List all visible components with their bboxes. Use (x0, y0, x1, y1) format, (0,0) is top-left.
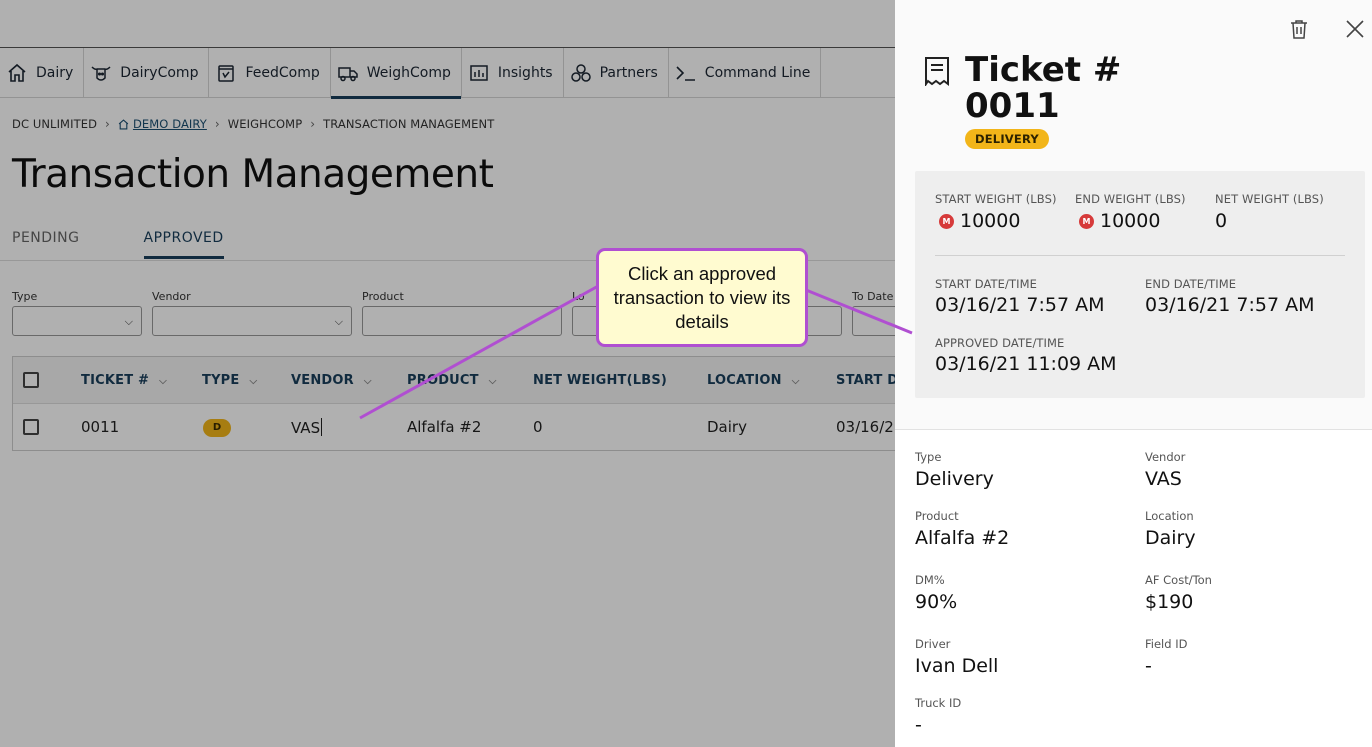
driver-value: Ivan Dell (915, 655, 999, 677)
type-value: Delivery (915, 468, 994, 490)
start-weight-value: M 10000 (939, 210, 1020, 232)
dm-label: DM% (915, 573, 945, 587)
close-icon[interactable] (1344, 18, 1366, 40)
ticket-title: Ticket # 0011 (965, 50, 1122, 126)
af-cost-label: AF Cost/Ton (1145, 573, 1212, 587)
truck-id-label: Truck ID (915, 696, 962, 710)
approved-date-label: APPROVED DATE/TIME (935, 336, 1065, 350)
scale-marker-icon: M (939, 213, 954, 229)
end-date-value: 03/16/21 7:57 AM (1145, 294, 1315, 316)
type-badge: DELIVERY (965, 129, 1049, 149)
approved-date-value: 03/16/21 11:09 AM (935, 353, 1117, 375)
field-id-label: Field ID (1145, 637, 1188, 651)
trash-icon[interactable] (1288, 18, 1310, 40)
receipt-icon (925, 57, 949, 86)
tutorial-callout: Click an approved transaction to view it… (596, 248, 808, 347)
end-date-label: END DATE/TIME (1145, 277, 1237, 291)
net-weight-value: 0 (1215, 210, 1228, 232)
weights-card: START WEIGHT (LBS) M 10000 END WEIGHT (L… (915, 171, 1365, 398)
product-value: Alfalfa #2 (915, 527, 1010, 549)
card-divider (935, 255, 1345, 256)
product-label: Product (915, 509, 959, 523)
location-value: Dairy (1145, 527, 1196, 549)
end-weight-value: M 10000 (1079, 210, 1160, 232)
dm-value: 90% (915, 591, 958, 613)
truck-id-value: - (915, 714, 922, 736)
modal-backdrop[interactable] (0, 0, 895, 747)
end-weight-text: 10000 (1100, 210, 1161, 232)
driver-label: Driver (915, 637, 951, 651)
start-weight-label: START WEIGHT (LBS) (935, 192, 1057, 206)
type-label: Type (915, 450, 942, 464)
net-weight-label: NET WEIGHT (LBS) (1215, 192, 1324, 206)
location-label: Location (1145, 509, 1194, 523)
start-weight-text: 10000 (960, 210, 1021, 232)
ticket-detail-panel: Ticket # 0011 DELIVERY START WEIGHT (LBS… (895, 0, 1372, 747)
field-id-value: - (1145, 655, 1152, 677)
end-weight-label: END WEIGHT (LBS) (1075, 192, 1186, 206)
panel-header-section: Ticket # 0011 DELIVERY START WEIGHT (LBS… (895, 0, 1372, 430)
start-date-value: 03/16/21 7:57 AM (935, 294, 1105, 316)
af-cost-value: $190 (1145, 591, 1194, 613)
vendor-value: VAS (1145, 468, 1182, 490)
vendor-label: Vendor (1145, 450, 1186, 464)
scale-marker-icon: M (1079, 213, 1094, 229)
start-date-label: START DATE/TIME (935, 277, 1038, 291)
